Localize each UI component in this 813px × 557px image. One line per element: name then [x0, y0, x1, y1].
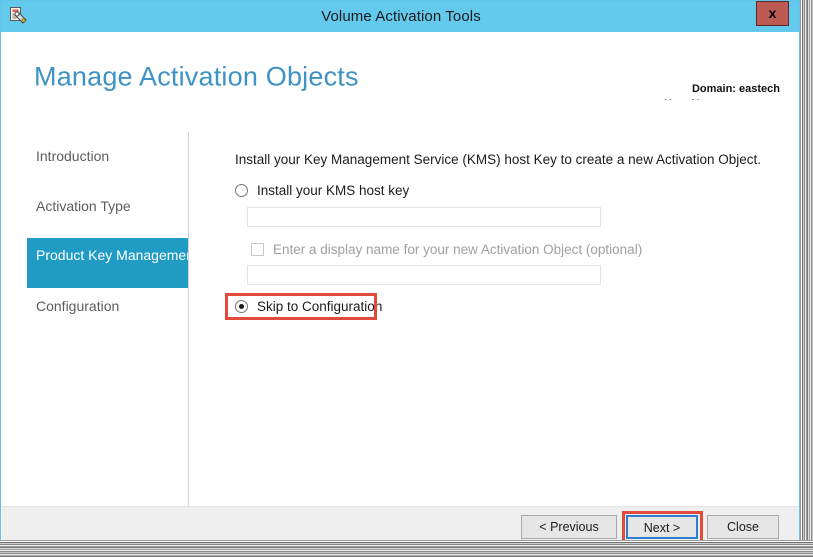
window-title: Volume Activation Tools — [321, 8, 481, 25]
screenshot-root: Volume Activation Tools x Manage Activat… — [0, 0, 813, 557]
bottom-edge-artifact — [0, 540, 813, 557]
checkbox-display-name-icon[interactable] — [251, 243, 264, 256]
radio-install-kms-icon[interactable] — [235, 184, 248, 197]
close-icon[interactable]: x — [756, 1, 789, 26]
kms-host-key-input[interactable] — [247, 207, 601, 227]
previous-button[interactable]: < Previous — [521, 515, 617, 539]
title-bar: Volume Activation Tools x — [1, 1, 799, 32]
option-skip-to-configuration-label: Skip to Configuration — [257, 299, 383, 314]
sidebar-item-introduction[interactable]: Introduction — [27, 145, 188, 167]
next-button[interactable]: Next > — [626, 515, 698, 539]
sidebar-item-product-key-management[interactable]: Product Key Management — [27, 238, 198, 288]
checkbox-display-name-label: Enter a display name for your new Activa… — [273, 242, 643, 257]
page-title: Manage Activation Objects — [34, 61, 359, 92]
window-body: Manage Activation Objects Domain: eastec… — [2, 32, 799, 540]
instruction-text: Install your Key Management Service (KMS… — [235, 152, 761, 167]
page-header: Manage Activation Objects Domain: eastec… — [2, 32, 799, 111]
main-panel: Install your Key Management Service (KMS… — [189, 100, 799, 537]
close-button[interactable]: Close — [707, 515, 779, 539]
option-skip-to-configuration[interactable]: Skip to Configuration — [235, 299, 382, 314]
radio-skip-to-configuration-icon[interactable] — [235, 300, 248, 313]
option-install-kms-host-key[interactable]: Install your KMS host key — [235, 183, 409, 198]
sidebar-item-configuration[interactable]: Configuration — [27, 295, 188, 317]
checkbox-display-name-row[interactable]: Enter a display name for your new Activa… — [251, 242, 642, 257]
footer-bar: < Previous Next > Close — [2, 506, 799, 540]
sidebar-item-activation-type[interactable]: Activation Type — [27, 195, 188, 217]
display-name-input[interactable] — [247, 265, 601, 285]
wizard-sidebar: Introduction Activation Type Product Key… — [2, 100, 198, 537]
option-install-kms-label: Install your KMS host key — [257, 183, 410, 198]
right-edge-artifact — [800, 0, 813, 557]
domain-label: Domain: eastech — [691, 83, 780, 95]
volume-activation-tools-window: Volume Activation Tools x Manage Activat… — [0, 0, 800, 541]
